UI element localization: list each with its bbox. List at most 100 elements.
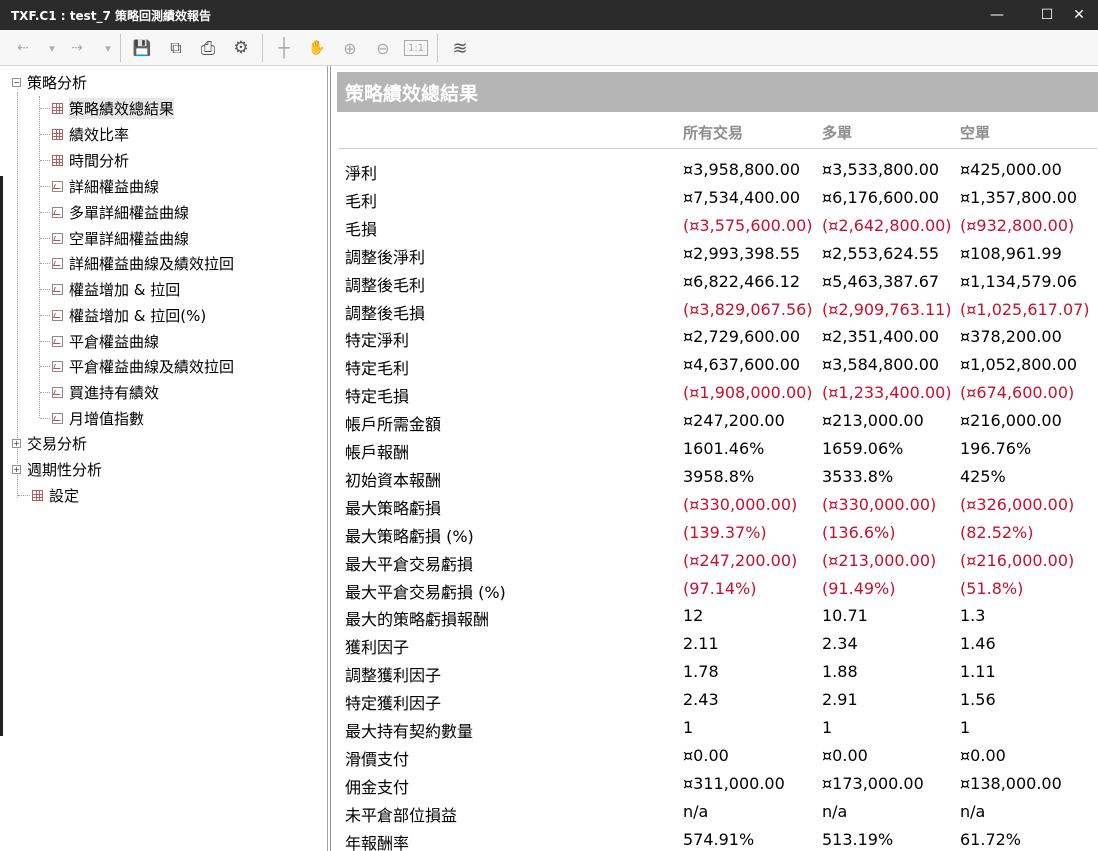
value-short: (82.52%) bbox=[960, 522, 1034, 542]
value-long: 1 bbox=[822, 718, 833, 737]
value-short: 196.76% bbox=[960, 439, 1032, 458]
tree-label: 詳細權益曲線 bbox=[69, 177, 160, 196]
tree-node-strategy-analysis[interactable]: − 策略分析 bbox=[12, 71, 87, 93]
tree-item-equity-curve-drawdown[interactable]: 詳細權益曲線及績效拉回 bbox=[52, 252, 234, 274]
chart-icon bbox=[52, 335, 63, 347]
value-all: ¤311,000.00 bbox=[683, 773, 785, 793]
tree-label: 平倉權益曲線 bbox=[69, 332, 160, 351]
tree-label: 策略分析 bbox=[27, 73, 88, 92]
row-label: 最大策略虧損 (%) bbox=[345, 526, 474, 546]
value-short: ¤425,000.00 bbox=[960, 160, 1062, 179]
tree-node-periodic-analysis[interactable]: + 週期性分析 bbox=[12, 458, 102, 480]
row-label: 調整後毛利 bbox=[345, 275, 426, 295]
fit-icon[interactable]: 1:1 bbox=[404, 40, 428, 56]
table-row: 年報酬率 574.91% 513.19% 61.72% bbox=[331, 826, 1098, 851]
tree-item-long-equity-curve[interactable]: 多單詳細權益曲線 bbox=[52, 201, 189, 223]
value-short: (¤326,000.00) bbox=[960, 494, 1075, 514]
value-long: (¤2,642,800.00) bbox=[822, 215, 952, 235]
value-all: (97.14%) bbox=[683, 578, 757, 598]
value-all: ¤2,993,398.55 bbox=[683, 243, 801, 263]
hand-icon[interactable]: ✋ bbox=[305, 36, 329, 60]
value-all: 574.91% bbox=[683, 829, 755, 849]
row-label: 毛利 bbox=[345, 191, 378, 211]
close-button[interactable]: ✕ bbox=[1056, 0, 1098, 30]
row-label: 特定獲利因子 bbox=[345, 694, 442, 714]
chart-style-icon[interactable]: ≋ bbox=[446, 36, 474, 60]
table-row: 淨利 ¤3,958,800.00 ¤3,533,800.00 ¤425,000.00 bbox=[331, 156, 1098, 184]
value-long: (¤330,000.00) bbox=[822, 494, 937, 514]
row-label: 最大策略虧損 bbox=[345, 498, 442, 518]
value-short: ¤1,134,579.06 bbox=[960, 271, 1078, 291]
value-all: ¤6,822,466.12 bbox=[683, 271, 801, 291]
tree-item-equity-runup-drawdown-pct[interactable]: 權益增加 & 拉回(%) bbox=[52, 304, 206, 326]
copy-icon[interactable]: ⧉ bbox=[164, 36, 188, 60]
value-all: 3958.8% bbox=[683, 466, 755, 486]
window-title: TXF.C1 : test_7 策略回測績效報告 bbox=[11, 9, 212, 23]
value-long: ¤3,533,800.00 bbox=[822, 160, 940, 179]
value-short: 1.3 bbox=[960, 606, 986, 626]
gear-icon[interactable]: ⚙ bbox=[229, 36, 253, 60]
row-label: 年報酬率 bbox=[345, 833, 410, 851]
value-all: (¤330,000.00) bbox=[683, 494, 798, 514]
row-label: 最大的策略虧損報酬 bbox=[345, 610, 490, 630]
value-long: 10.71 bbox=[822, 606, 868, 626]
tree-item-performance-ratio[interactable]: 績效比率 bbox=[52, 123, 129, 145]
print-icon[interactable]: ⎙ bbox=[196, 36, 220, 60]
tree-label: 績效比率 bbox=[69, 125, 130, 144]
chart-icon bbox=[52, 386, 63, 398]
save-icon[interactable]: 💾 bbox=[130, 36, 154, 60]
tree-item-closed-equity-curve[interactable]: 平倉權益曲線 bbox=[52, 330, 159, 352]
expand-icon[interactable]: + bbox=[12, 438, 21, 448]
table-row: 特定淨利 ¤2,729,600.00 ¤2,351,400.00 ¤378,200.0… bbox=[331, 323, 1098, 351]
value-long: ¤5,463,387.67 bbox=[822, 271, 940, 291]
row-label: 特定毛利 bbox=[345, 359, 410, 379]
tree-item-equity-runup-drawdown[interactable]: 權益增加 & 拉回 bbox=[52, 278, 180, 300]
tree-label: 平倉權益曲線及績效拉回 bbox=[69, 357, 235, 376]
forward-icon[interactable]: ⇢ bbox=[66, 36, 88, 60]
tree-item-time-analysis[interactable]: 時間分析 bbox=[52, 149, 129, 171]
tree-item-performance-summary[interactable]: 策略績效總結果 bbox=[52, 97, 175, 119]
value-long: ¤173,000.00 bbox=[822, 773, 924, 793]
tree-item-settings[interactable]: 設定 bbox=[32, 484, 79, 506]
tree-item-monthly-index[interactable]: 月增值指數 bbox=[52, 407, 144, 429]
table-row: 特定毛損 (¤1,908,000.00) (¤1,233,400.00) (¤674,… bbox=[331, 379, 1098, 407]
tree-label: 時間分析 bbox=[69, 151, 130, 170]
value-short: ¤1,052,800.00 bbox=[960, 355, 1078, 375]
tree-item-equity-curve[interactable]: 詳細權益曲線 bbox=[52, 175, 159, 197]
table-row: 帳戶所需金額 ¤247,200.00 ¤213,000.00 ¤216,000.00 bbox=[331, 407, 1098, 435]
table-row: 帳戶報酬 1601.46% 1659.06% 196.76% bbox=[331, 435, 1098, 463]
value-long: (136.6%) bbox=[822, 522, 896, 542]
table-row: 初始資本報酬 3958.8% 3533.8% 425% bbox=[331, 463, 1098, 491]
value-short: 1 bbox=[960, 718, 971, 737]
table-row: 調整獲利因子 1.78 1.88 1.11 bbox=[331, 658, 1098, 686]
tree-item-closed-equity-drawdown[interactable]: 平倉權益曲線及績效拉回 bbox=[52, 355, 234, 377]
tree-item-buy-hold[interactable]: 買進持有績效 bbox=[52, 381, 159, 403]
zoom-out-icon[interactable]: ⊖ bbox=[371, 36, 395, 60]
tree-item-short-equity-curve[interactable]: 空單詳細權益曲線 bbox=[52, 227, 189, 249]
table-icon bbox=[52, 102, 63, 114]
forward-dropdown-icon[interactable]: ▾ bbox=[100, 36, 116, 60]
value-long: 2.34 bbox=[822, 634, 858, 654]
value-long: (¤1,233,400.00) bbox=[822, 383, 952, 403]
value-short: (¤216,000.00) bbox=[960, 550, 1075, 570]
crosshair-icon[interactable]: ┼ bbox=[272, 36, 296, 60]
collapse-icon[interactable]: − bbox=[12, 77, 21, 87]
row-label: 淨利 bbox=[345, 164, 378, 183]
row-label: 毛損 bbox=[345, 219, 378, 239]
back-dropdown-icon[interactable]: ▾ bbox=[44, 36, 60, 60]
row-label: 最大平倉交易虧損 (%) bbox=[345, 582, 506, 602]
value-all: ¤7,534,400.00 bbox=[683, 187, 801, 207]
value-all: ¤0.00 bbox=[683, 745, 729, 765]
table-icon bbox=[52, 154, 63, 166]
navigation-tree: − 策略分析 策略績效總結果 績效比率 時間分析 詳細權益曲線 多單詳細權益曲線… bbox=[6, 66, 328, 851]
tree-label: 多單詳細權益曲線 bbox=[69, 203, 190, 222]
back-icon[interactable]: ⇠ bbox=[12, 36, 34, 60]
expand-icon[interactable]: + bbox=[12, 464, 21, 474]
report-title: 策略績效總結果 bbox=[337, 72, 1098, 112]
tree-node-trade-analysis[interactable]: + 交易分析 bbox=[12, 432, 87, 454]
zoom-in-icon[interactable]: ⊕ bbox=[338, 36, 362, 60]
value-long: ¤6,176,600.00 bbox=[822, 187, 940, 207]
row-label: 佣金支付 bbox=[345, 777, 410, 797]
minimize-button[interactable]: — bbox=[974, 0, 1020, 30]
toolbar: ⇠ ▾ ⇢ ▾ 💾 ⧉ ⎙ ⚙ ┼ ✋ ⊕ ⊖ 1:1 ≋ bbox=[0, 30, 1098, 66]
